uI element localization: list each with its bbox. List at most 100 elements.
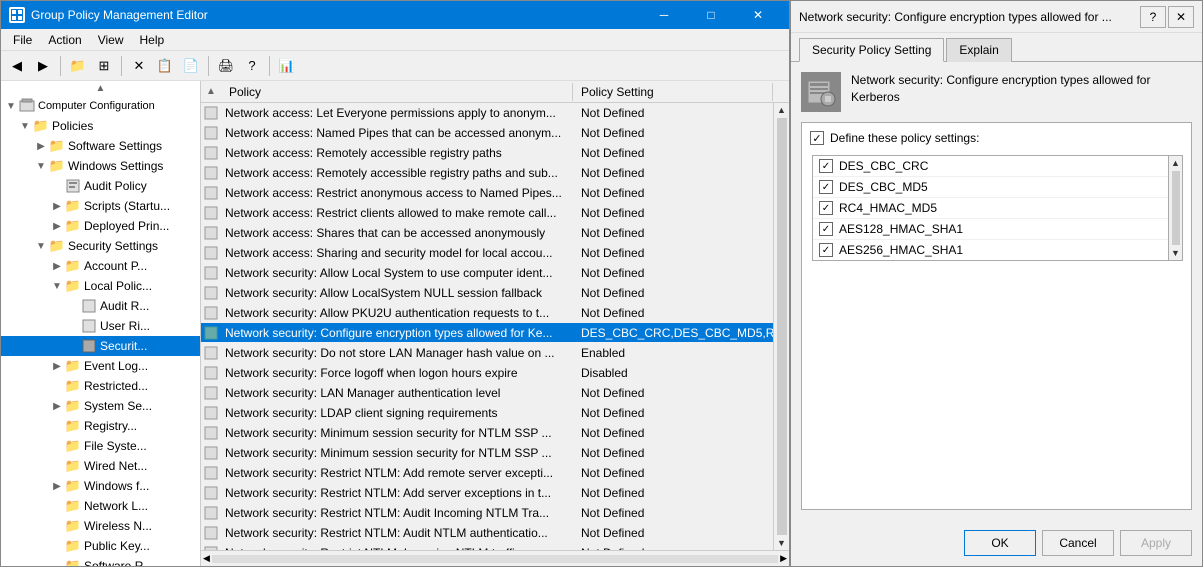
close-main-button[interactable]: ✕ [735,1,781,29]
list-row[interactable]: Network security: Force logoff when logo… [201,363,773,383]
enc-checkbox-aes256[interactable]: ✓ [819,243,833,257]
tree-item-deployed[interactable]: ▶ 📁 Deployed Prin... [1,216,200,236]
list-vertical-scrollbar[interactable]: ▲ ▼ [773,103,789,550]
tree-item-software-r[interactable]: 📁 Software R... [1,556,200,566]
enc-scroll-down[interactable]: ▼ [1169,246,1183,260]
tab-explain[interactable]: Explain [946,38,1011,62]
list-row[interactable]: Network security: Restrict NTLM: Add rem… [201,463,773,483]
folder-button[interactable]: 📁 [66,54,90,78]
list-row[interactable]: Network security: Restrict NTLM: Add ser… [201,483,773,503]
col-header-setting[interactable]: Policy Setting [573,83,773,101]
tree-item-local-policy[interactable]: ▼ 📁 Local Polic... [1,276,200,296]
scroll-down-btn[interactable]: ▼ [775,536,789,550]
list-row[interactable]: Network security: Restrict NTLM: Audit N… [201,523,773,543]
tree-item-software-settings[interactable]: ▶ 📁 Software Settings [1,136,200,156]
define-policy-checkbox[interactable]: ✓ [810,131,824,145]
tab-security-policy[interactable]: Security Policy Setting [799,38,944,62]
forward-button[interactable]: ▶ [31,54,55,78]
tree-item-computer-config[interactable]: ▼ Computer Configuration [1,96,200,116]
list-row[interactable]: Network security: Allow Local System to … [201,263,773,283]
list-row[interactable]: Network security: Minimum session securi… [201,443,773,463]
report-button[interactable]: 📊 [275,54,299,78]
tree-label-event-log: Event Log... [84,359,148,373]
list-row[interactable]: Network access: Let Everyone permissions… [201,103,773,123]
list-row[interactable]: Network access: Remotely accessible regi… [201,143,773,163]
tree-item-restricted[interactable]: 📁 Restricted... [1,376,200,396]
copy-button[interactable]: 📋 [153,54,177,78]
grid-button[interactable]: ⊞ [92,54,116,78]
list-scroll-up[interactable]: ▲ [201,84,221,99]
apply-button[interactable]: Apply [1120,530,1192,556]
list-row[interactable]: Network access: Restrict clients allowed… [201,203,773,223]
enc-row-des-cbc-md5[interactable]: ✓ DES_CBC_MD5 [813,177,1168,198]
list-row[interactable]: Network access: Shares that can be acces… [201,223,773,243]
tree-item-scripts[interactable]: ▶ 📁 Scripts (Startu... [1,196,200,216]
tree-item-event-log[interactable]: ▶ 📁 Event Log... [1,356,200,376]
tree-item-wireless-n[interactable]: 📁 Wireless N... [1,516,200,536]
enc-scroll-up[interactable]: ▲ [1169,156,1183,170]
menu-action[interactable]: Action [40,31,89,49]
enc-row-rc4-hmac-md5[interactable]: ✓ RC4_HMAC_MD5 [813,198,1168,219]
dialog-close-btn[interactable]: ✕ [1168,6,1194,28]
row-icon [201,186,221,200]
enc-row-aes128[interactable]: ✓ AES128_HMAC_SHA1 [813,219,1168,240]
folder-icon-public-key: 📁 [65,538,81,554]
enc-checkbox-rc4-hmac-md5[interactable]: ✓ [819,201,833,215]
enc-row-aes256[interactable]: ✓ AES256_HMAC_SHA1 [813,240,1168,260]
list-row[interactable]: Network security: LAN Manager authentica… [201,383,773,403]
tree-scroll-up[interactable]: ▲ [1,81,200,96]
list-row[interactable]: Network security: Do not store LAN Manag… [201,343,773,363]
enc-checkbox-des-cbc-crc[interactable]: ✓ [819,159,833,173]
tree-item-wired-net[interactable]: 📁 Wired Net... [1,456,200,476]
print-button[interactable]: 🖨 [214,54,238,78]
list-body: Network access: Let Everyone permissions… [201,103,789,550]
list-row[interactable]: Network security: Restrict NTLM: Audit I… [201,503,773,523]
tree-item-securit[interactable]: Securit... [1,336,200,356]
enc-checkbox-des-cbc-md5[interactable]: ✓ [819,180,833,194]
list-row[interactable]: Network access: Named Pipes that can be … [201,123,773,143]
ok-button[interactable]: OK [964,530,1036,556]
tree-item-account-policy[interactable]: ▶ 📁 Account P... [1,256,200,276]
back-button[interactable]: ◀ [5,54,29,78]
scroll-up-btn[interactable]: ▲ [775,103,789,117]
list-row[interactable]: Network access: Restrict anonymous acces… [201,183,773,203]
enc-list-scrollbar[interactable]: ▲ ▼ [1169,155,1183,261]
menu-help[interactable]: Help [132,31,173,49]
tree-item-audit-policy[interactable]: Audit Policy [1,176,200,196]
tree-item-network-l[interactable]: 📁 Network L... [1,496,200,516]
paste-button[interactable]: 📄 [179,54,203,78]
tree-item-policies[interactable]: ▼ 📁 Policies [1,116,200,136]
enc-checkbox-aes128[interactable]: ✓ [819,222,833,236]
tree-item-windows-f[interactable]: ▶ 📁 Windows f... [1,476,200,496]
list-row[interactable]: Network access: Remotely accessible regi… [201,163,773,183]
list-row[interactable]: Network security: Restrict NTLM: Incomin… [201,543,773,550]
menu-view[interactable]: View [90,31,132,49]
enc-row-des-cbc-crc[interactable]: ✓ DES_CBC_CRC [813,156,1168,177]
tree-item-audit-r[interactable]: Audit R... [1,296,200,316]
list-row[interactable]: Network security: Allow PKU2U authentica… [201,303,773,323]
list-horizontal-scrollbar[interactable]: ◀ ▶ [201,550,789,566]
row-policy: Network security: Restrict NTLM: Audit I… [221,506,573,520]
cancel-button[interactable]: Cancel [1042,530,1114,556]
help-button[interactable]: ? [240,54,264,78]
list-row[interactable]: Network security: LDAP client signing re… [201,403,773,423]
list-row[interactable]: Network access: Sharing and security mod… [201,243,773,263]
tree-item-security-settings[interactable]: ▼ 📁 Security Settings [1,236,200,256]
col-header-policy[interactable]: Policy [221,83,573,101]
list-row-selected[interactable]: Network security: Configure encryption t… [201,323,773,343]
maximize-button[interactable]: □ [688,1,734,29]
tree-item-file-syste[interactable]: 📁 File Syste... [1,436,200,456]
minimize-button[interactable]: ─ [641,1,687,29]
tree-item-user-ri[interactable]: User Ri... [1,316,200,336]
menu-file[interactable]: File [5,31,40,49]
dialog-help-btn[interactable]: ? [1140,6,1166,28]
tree-item-registry[interactable]: 📁 Registry... [1,416,200,436]
h-scroll-left-btn[interactable]: ◀ [203,553,210,564]
tree-item-system-se[interactable]: ▶ 📁 System Se... [1,396,200,416]
cut-button[interactable]: ✕ [127,54,151,78]
tree-item-public-key[interactable]: 📁 Public Key... [1,536,200,556]
tree-item-windows-settings[interactable]: ▼ 📁 Windows Settings [1,156,200,176]
list-row[interactable]: Network security: Allow LocalSystem NULL… [201,283,773,303]
h-scroll-right-btn[interactable]: ▶ [780,553,787,564]
list-row[interactable]: Network security: Minimum session securi… [201,423,773,443]
